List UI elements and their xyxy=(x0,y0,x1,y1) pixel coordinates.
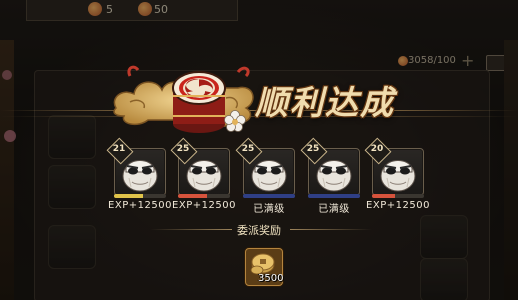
shikigami-card[interactable]: 25 xyxy=(300,137,360,196)
shikigami-portrait-icon xyxy=(122,160,158,192)
shikigami-card[interactable]: 25 xyxy=(235,137,295,196)
level-text: 21 xyxy=(112,144,126,154)
exp-bar xyxy=(372,194,424,198)
shikigami-portrait-icon xyxy=(186,160,222,192)
flower-icon xyxy=(224,110,246,132)
reward-amount: 3500 xyxy=(258,273,284,284)
taiko-drum-icon xyxy=(172,71,226,133)
exp-bar xyxy=(243,194,295,198)
exp-bar xyxy=(308,194,360,198)
exp-bar-fill xyxy=(308,194,360,198)
exp-bar-fill xyxy=(243,194,295,198)
shikigami-portrait-icon xyxy=(316,160,352,192)
exp-label: EXP+12500 xyxy=(366,200,430,211)
shikigami-card[interactable]: 21 xyxy=(106,137,166,196)
game-screen: 5 50 3058/100 + 顺利达成 21 EXP+12500 25 EXP… xyxy=(0,0,518,300)
exp-bar-fill xyxy=(372,194,396,198)
reward-title: 委派奖励 xyxy=(237,224,281,237)
shikigami-card[interactable]: 25 xyxy=(170,137,230,196)
exp-bar-fill xyxy=(178,194,207,198)
shikigami-portrait-icon xyxy=(251,160,287,192)
level-text: 25 xyxy=(241,144,255,154)
result-title: 顺利达成 xyxy=(255,83,395,122)
exp-bar xyxy=(114,194,166,198)
exp-bar xyxy=(178,194,230,198)
shikigami-card[interactable]: 20 xyxy=(364,137,424,196)
level-text: 25 xyxy=(176,144,190,154)
exp-bar-fill xyxy=(114,194,143,198)
level-text: 20 xyxy=(370,144,384,154)
shikigami-portrait-icon xyxy=(380,160,416,192)
level-text: 25 xyxy=(306,144,320,154)
